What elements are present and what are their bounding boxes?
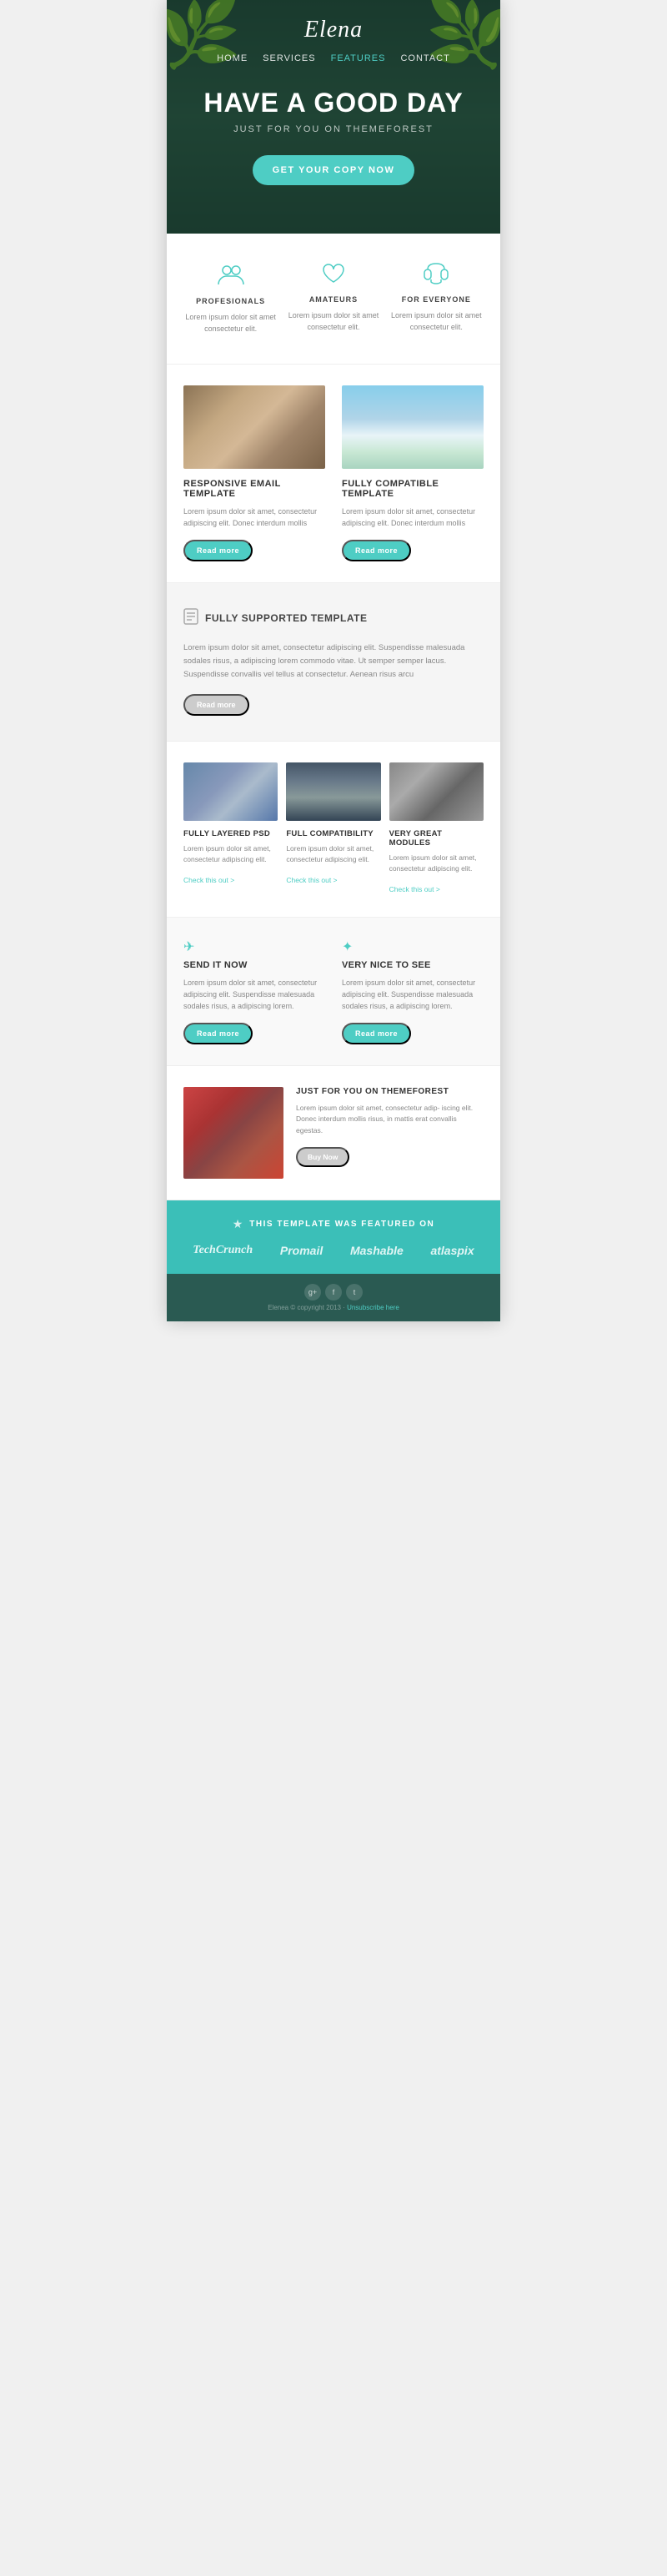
email-wrapper: 🌿 🌿 Elena HOME SERVICES FEATURES CONTACT… xyxy=(167,0,500,1321)
promo-image xyxy=(183,1087,283,1179)
brand-mashable: Mashable xyxy=(350,1244,404,1257)
shoes-image xyxy=(389,762,484,821)
hero-cta-button[interactable]: GET YOUR COPY NOW xyxy=(253,155,415,185)
col-fully-compatible: FULLY COMPATIBLE TEMPLATE Lorem ipsum do… xyxy=(342,385,484,561)
col-responsive-email: RESPONSIVE EMAIL TEMPLATE Lorem ipsum do… xyxy=(183,385,325,561)
professionals-icon xyxy=(183,263,278,290)
car-image xyxy=(183,385,325,469)
everyone-title: FOR EVERYONE xyxy=(389,295,484,304)
gray-section-title: FULLY SUPPORTED TEMPLATE xyxy=(205,612,367,624)
amateurs-title: AMATEURS xyxy=(286,295,380,304)
two-column-section: RESPONSIVE EMAIL TEMPLATE Lorem ipsum do… xyxy=(167,365,500,583)
nav-services[interactable]: SERVICES xyxy=(263,53,315,63)
professionals-text: Lorem ipsum dolor sit amet consectetur e… xyxy=(183,312,278,335)
nav-features[interactable]: FEATURES xyxy=(331,53,386,63)
amateurs-icon xyxy=(286,263,380,289)
three-column-section: FULLY LAYERED PSD Lorem ipsum dolor sit … xyxy=(167,742,500,918)
feature-amateurs: AMATEURS Lorem ipsum dolor sit amet cons… xyxy=(286,263,380,335)
fully-compatible-title: FULLY COMPATIBLE TEMPLATE xyxy=(342,479,484,499)
gray-supported-section: FULLY SUPPORTED TEMPLATE Lorem ipsum dol… xyxy=(167,583,500,742)
footer-brand: Elenea xyxy=(268,1304,288,1311)
footer-copyright-text: © copyright 2013 xyxy=(290,1304,341,1311)
brand-atlaspix: atlaspix xyxy=(430,1244,474,1257)
main-nav: HOME SERVICES FEATURES CONTACT xyxy=(183,53,484,63)
amateurs-text: Lorem ipsum dolor sit amet consectetur e… xyxy=(286,310,380,333)
rain-image xyxy=(286,762,380,821)
full-compat-text: Lorem ipsum dolor sit amet, consectetur … xyxy=(286,843,380,865)
nice-to-see-text: Lorem ipsum dolor sit amet, consectetur … xyxy=(342,977,484,1013)
footer-bottom: g+ f t Elenea © copyright 2013 · Unsubsc… xyxy=(167,1274,500,1321)
facebook-social[interactable]: f xyxy=(325,1284,342,1301)
unsubscribe-link[interactable]: Unsubscribe here xyxy=(347,1304,399,1311)
col-great-modules: VERY GREAT MODULES Lorem ipsum dolor sit… xyxy=(389,762,484,896)
layered-psd-title: FULLY LAYERED PSD xyxy=(183,829,278,838)
col-send-it: ✈ SEND IT NOW Lorem ipsum dolor sit amet… xyxy=(183,938,325,1044)
nav-contact[interactable]: CONTACT xyxy=(400,53,449,63)
promo-title: JUST FOR YOU ON THEMEFOREST xyxy=(296,1087,484,1096)
professionals-title: PROFESIONALS xyxy=(183,297,278,305)
everyone-icon xyxy=(389,263,484,289)
send-icon: ✈ xyxy=(183,938,325,955)
fully-compatible-read-more[interactable]: Read more xyxy=(342,540,411,561)
great-modules-link[interactable]: Check this out > xyxy=(389,885,440,893)
featured-title: THIS TEMPLATE WAS FEATURED ON xyxy=(249,1220,434,1229)
gray-section-read-more[interactable]: Read more xyxy=(183,694,249,716)
send-it-read-more[interactable]: Read more xyxy=(183,1023,253,1044)
responsive-email-text: Lorem ipsum dolor sit amet, consectetur … xyxy=(183,506,325,530)
beach-image xyxy=(342,385,484,469)
full-compat-title: FULL COMPATIBILITY xyxy=(286,829,380,838)
twitter-social[interactable]: t xyxy=(346,1284,363,1301)
everyone-text: Lorem ipsum dolor sit amet consectetur e… xyxy=(389,310,484,333)
two-col-alt-section: ✈ SEND IT NOW Lorem ipsum dolor sit amet… xyxy=(167,918,500,1066)
features-section: PROFESIONALS Lorem ipsum dolor sit amet … xyxy=(167,234,500,365)
brand-techcrunch: TechCrunch xyxy=(193,1244,253,1257)
gray-section-text: Lorem ipsum dolor sit amet, consectetur … xyxy=(183,641,484,682)
footer-featured-section: ★ THIS TEMPLATE WAS FEATURED ON TechCrun… xyxy=(167,1200,500,1274)
col-full-compat: FULL COMPATIBILITY Lorem ipsum dolor sit… xyxy=(286,762,380,896)
brand-promail: Promail xyxy=(280,1244,323,1257)
featured-header: ★ THIS TEMPLATE WAS FEATURED ON xyxy=(183,1217,484,1231)
logo: Elena xyxy=(183,17,484,43)
hero-section: 🌿 🌿 Elena HOME SERVICES FEATURES CONTACT… xyxy=(167,0,500,234)
social-links: g+ f t xyxy=(183,1284,484,1301)
feature-everyone: FOR EVERYONE Lorem ipsum dolor sit amet … xyxy=(389,263,484,335)
layered-psd-link[interactable]: Check this out > xyxy=(183,876,234,884)
responsive-email-read-more[interactable]: Read more xyxy=(183,540,253,561)
footer-copyright: Elenea © copyright 2013 · Unsubscribe he… xyxy=(183,1304,484,1311)
document-icon xyxy=(183,608,198,629)
promo-text: Lorem ipsum dolor sit amet, consectetur … xyxy=(296,1103,484,1137)
promo-buy-button[interactable]: Buy Now xyxy=(296,1147,349,1167)
google-plus-social[interactable]: g+ xyxy=(304,1284,321,1301)
nice-to-see-read-more[interactable]: Read more xyxy=(342,1023,411,1044)
hero-content: Elena HOME SERVICES FEATURES CONTACT HAV… xyxy=(183,17,484,185)
layered-psd-text: Lorem ipsum dolor sit amet, consectetur … xyxy=(183,843,278,865)
feature-professionals: PROFESIONALS Lorem ipsum dolor sit amet … xyxy=(183,263,278,335)
brands-row: TechCrunch Promail Mashable atlaspix xyxy=(183,1244,484,1257)
promo-content: JUST FOR YOU ON THEMEFOREST Lorem ipsum … xyxy=(296,1087,484,1167)
great-modules-title: VERY GREAT MODULES xyxy=(389,829,484,848)
col-layered-psd: FULLY LAYERED PSD Lorem ipsum dolor sit … xyxy=(183,762,278,896)
star-icon: ✦ xyxy=(342,938,484,955)
full-compat-link[interactable]: Check this out > xyxy=(286,876,337,884)
featured-star-icon: ★ xyxy=(233,1217,243,1231)
hero-title: HAVE A GOOD DAY xyxy=(183,88,484,118)
send-it-text: Lorem ipsum dolor sit amet, consectetur … xyxy=(183,977,325,1013)
promo-section: JUST FOR YOU ON THEMEFOREST Lorem ipsum … xyxy=(167,1066,500,1200)
send-it-title: SEND IT NOW xyxy=(183,960,325,970)
responsive-email-title: RESPONSIVE EMAIL TEMPLATE xyxy=(183,479,325,499)
col-nice-to-see: ✦ VERY NICE TO SEE Lorem ipsum dolor sit… xyxy=(342,938,484,1044)
nav-home[interactable]: HOME xyxy=(217,53,248,63)
skateboard-image xyxy=(183,762,278,821)
hero-subtitle: JUST FOR YOU ON THEMEFOREST xyxy=(183,124,484,134)
nice-to-see-title: VERY NICE TO SEE xyxy=(342,960,484,970)
gray-section-header: FULLY SUPPORTED TEMPLATE xyxy=(183,608,484,629)
great-modules-text: Lorem ipsum dolor sit amet, consectetur … xyxy=(389,853,484,874)
three-col-row: FULLY LAYERED PSD Lorem ipsum dolor sit … xyxy=(183,762,484,896)
fully-compatible-text: Lorem ipsum dolor sit amet, consectetur … xyxy=(342,506,484,530)
